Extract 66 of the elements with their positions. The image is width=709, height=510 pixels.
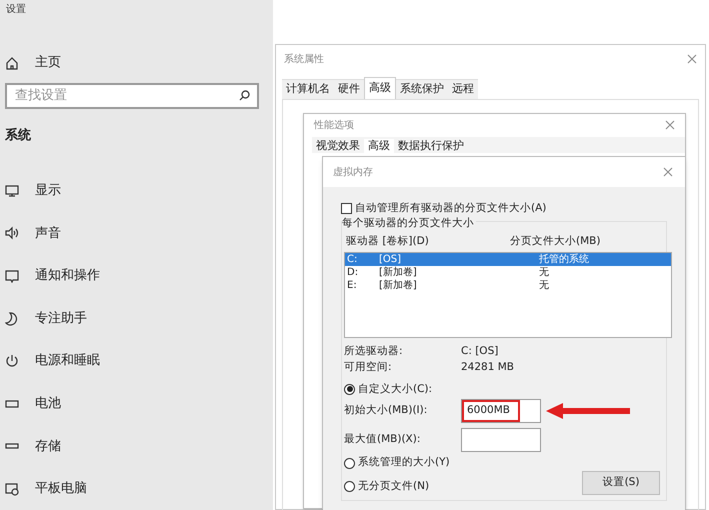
tab[interactable]: 高级: [364, 77, 396, 99]
field-label: 所选驱动器:: [344, 344, 404, 359]
list-cell[interactable]: 无: [539, 278, 549, 292]
display-icon: [5, 184, 19, 198]
drive-list[interactable]: C: [OS] 托管的系统 D: [新加卷] 无 E: [新加卷] 无: [344, 252, 672, 338]
list-cell[interactable]: [新加卷]: [379, 266, 539, 278]
list-cell[interactable]: 无: [539, 266, 549, 278]
tab[interactable]: 系统保护: [396, 79, 448, 99]
close-icon: [665, 120, 675, 130]
list-cell[interactable]: D:: [345, 266, 379, 278]
tab[interactable]: 远程: [448, 79, 478, 99]
speaker-icon: [5, 226, 19, 240]
input-field[interactable]: [461, 428, 541, 452]
tab[interactable]: 硬件: [334, 79, 364, 99]
power-icon: [5, 354, 19, 368]
message-icon: [5, 268, 19, 283]
field-value: 24281 MB: [461, 360, 514, 375]
sidebar-item[interactable]: 存储: [35, 436, 61, 456]
radio-label: 无分页文件(N): [358, 479, 430, 494]
group-title: 每个驱动器的分页文件大小: [342, 216, 476, 229]
close-icon: [687, 54, 697, 64]
field-value: C: [OS]: [461, 344, 498, 359]
sidebar-item[interactable]: 显示: [35, 181, 61, 201]
field-label: 可用空间:: [344, 360, 393, 375]
sidebar-item[interactable]: 电源和睡眠: [35, 351, 100, 371]
home-icon: [5, 56, 19, 70]
search-field[interactable]: 查找设置: [5, 82, 259, 108]
sidebar-item[interactable]: 平板电脑: [35, 479, 87, 499]
field-label: 最大值(MB)(X):: [344, 432, 422, 448]
sidebar-item[interactable]: 电池: [35, 394, 61, 414]
window-title: 系统属性: [284, 52, 324, 66]
app-title: 设置: [6, 2, 26, 17]
tab[interactable]: 数据执行保护: [394, 139, 468, 153]
sidebar-item[interactable]: 专注助手: [35, 308, 87, 328]
tablet-icon: [5, 482, 19, 496]
tab[interactable]: 高级: [364, 139, 394, 153]
search-icon: [239, 90, 250, 101]
column-header: 分页文件大小(MB): [510, 234, 600, 249]
field-label: 初始大小(MB)(I):: [344, 403, 428, 418]
window-title: 性能选项: [314, 118, 354, 132]
list-cell[interactable]: E:: [345, 278, 379, 292]
moon-icon: [5, 312, 19, 326]
home-link[interactable]: 主页: [35, 53, 61, 73]
sidebar-item[interactable]: 声音: [35, 224, 61, 244]
section-heading: 系统: [5, 126, 31, 145]
field-value: 6000MB: [462, 400, 520, 422]
set-button[interactable]: 设置(S): [582, 470, 660, 495]
list-cell[interactable]: C:: [345, 252, 379, 266]
radio-label: 系统管理的大小(Y): [358, 455, 450, 470]
list-cell[interactable]: [新加卷]: [379, 278, 539, 292]
close-icon: [663, 167, 673, 177]
arrow-icon: [545, 402, 631, 420]
radio-label: 自定义大小(C):: [358, 382, 432, 396]
window-title: 虚拟内存: [333, 166, 373, 180]
input-field[interactable]: 6000MB: [461, 399, 541, 424]
tab[interactable]: 视觉效果: [312, 139, 364, 153]
radio-button[interactable]: [344, 384, 355, 395]
sidebar-item[interactable]: 通知和操作: [35, 266, 100, 286]
radio-button[interactable]: [344, 458, 355, 469]
radio-button[interactable]: [344, 481, 355, 492]
column-header: 驱动器 [卷标](D): [345, 234, 430, 249]
checkbox-label: 自动管理所有驱动器的分页文件大小(A): [355, 201, 546, 216]
checkbox[interactable]: [341, 203, 352, 214]
list-cell[interactable]: 托管的系统: [539, 252, 589, 266]
list-cell[interactable]: [OS]: [379, 252, 539, 266]
tab[interactable]: 计算机名: [282, 79, 334, 99]
